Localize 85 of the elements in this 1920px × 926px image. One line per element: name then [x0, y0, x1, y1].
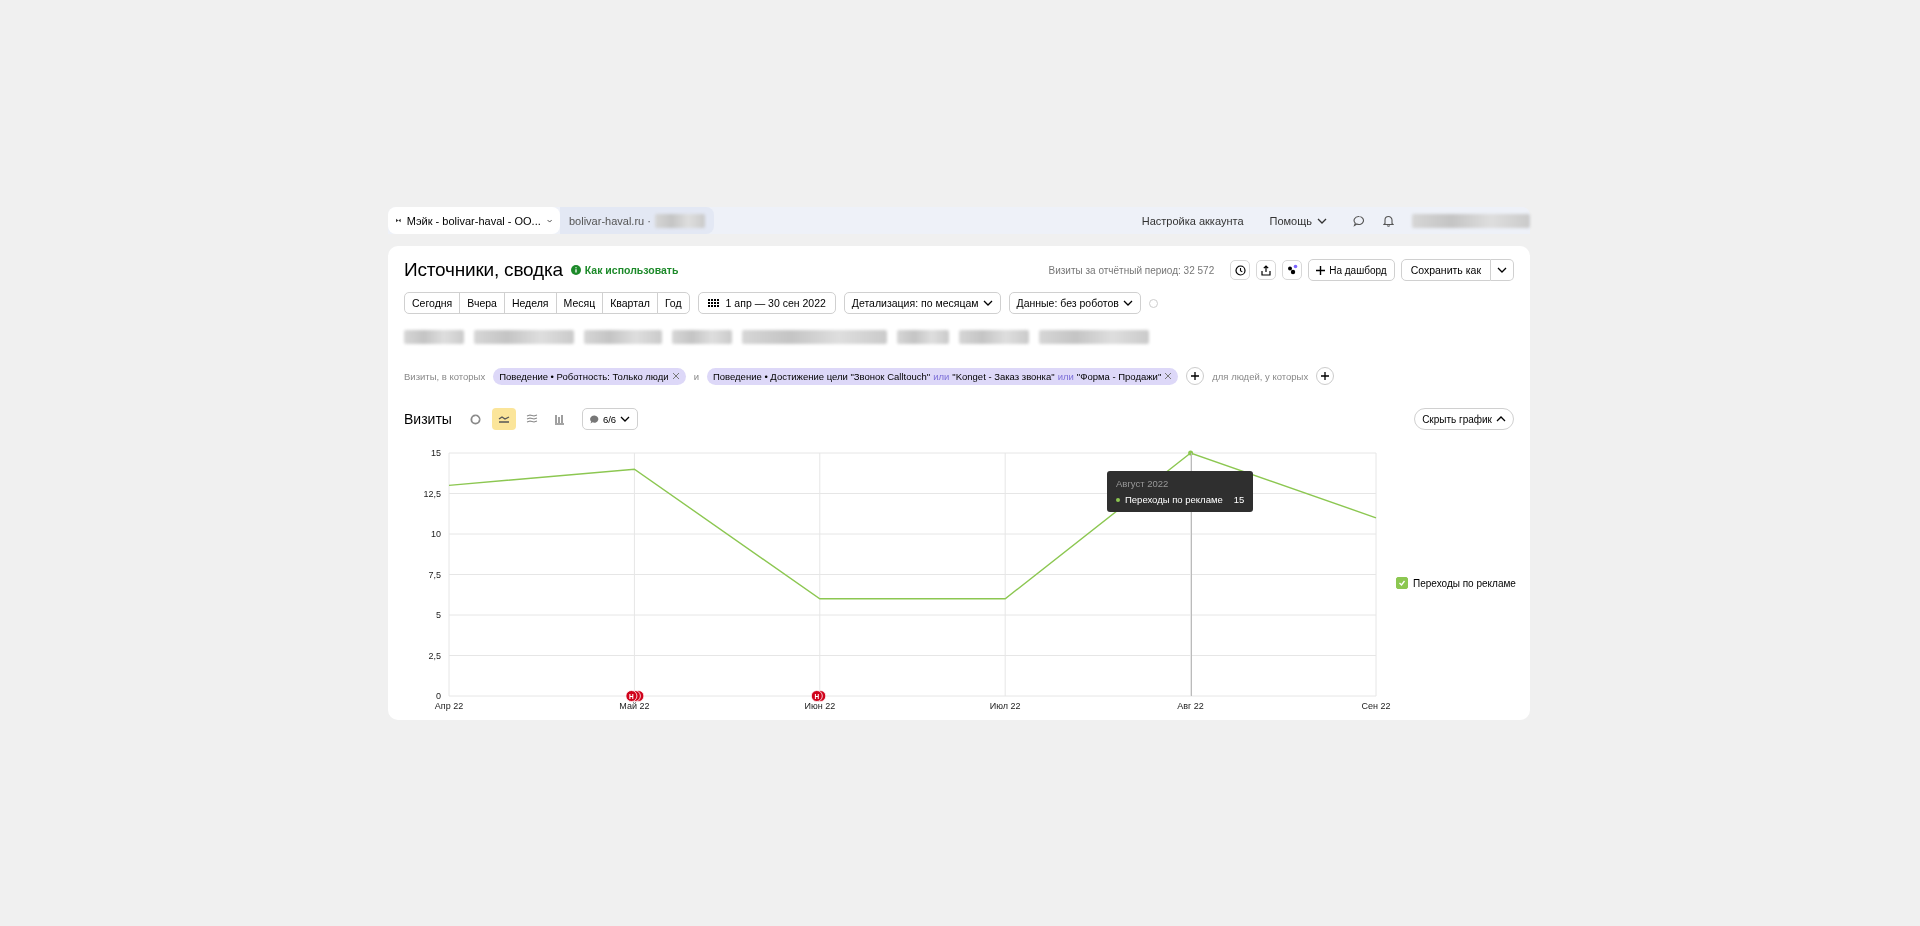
section-title: Визиты [404, 411, 452, 427]
detail-dropdown[interactable]: Детализация: по месяцам [843, 292, 1001, 314]
period-button[interactable]: Месяц [555, 292, 604, 314]
counter-name: Мэйк - bolivar-haval - ОО... [406, 214, 541, 227]
bell-icon[interactable] [1383, 214, 1394, 227]
redacted-block [897, 330, 949, 344]
chevron-icon [1122, 300, 1133, 306]
segment-joiner: и [693, 370, 699, 382]
period-button[interactable]: Квартал [602, 292, 658, 314]
line-chart-icon [497, 414, 510, 424]
how-to-use-link[interactable]: Как использовать [570, 264, 679, 276]
save-as-button[interactable]: Сохранить как [1400, 259, 1491, 281]
stacked-area-icon [525, 414, 538, 424]
plus-icon [1316, 265, 1326, 275]
date-range-button[interactable]: 1 апр — 30 сен 2022 [697, 292, 836, 314]
sparkle-icon [1286, 264, 1299, 276]
tooltip-value: 15 [1233, 494, 1245, 505]
speech-bubble-icon [589, 414, 599, 424]
tooltip-series: Переходы по рекламе [1125, 494, 1223, 505]
segment-chip[interactable]: Поведение • Роботность: Только люди [493, 367, 686, 385]
tooltip-title: Август 2022 [1116, 478, 1170, 489]
chevron-icon [546, 217, 552, 224]
y-tick-label: 12,5 [423, 488, 441, 499]
visits-total: Визиты за отчётный период: 32 572 [1048, 264, 1215, 276]
report-title: Источники, сводка [404, 259, 563, 281]
bowtie-icon [396, 217, 401, 224]
y-tick-label: 0 [436, 691, 441, 701]
chevron-icon [1497, 267, 1507, 273]
add-segment-button[interactable] [1316, 367, 1335, 385]
x-tick-label: Июл 22 [989, 701, 1021, 711]
chart-type-button[interactable] [491, 408, 516, 430]
check-icon [1398, 579, 1406, 587]
x-tick-label: Июн 22 [804, 701, 836, 711]
y-tick-label: 15 [431, 448, 441, 458]
save-options-button[interactable] [1491, 259, 1514, 281]
x-tick-label: Апр 22 [434, 701, 464, 711]
counter-tab[interactable]: Мэйк - bolivar-haval - ОО... [388, 207, 560, 234]
x-tick-label: Май 22 [619, 701, 650, 711]
period-button[interactable]: Год [656, 292, 690, 314]
plus-icon [1191, 372, 1200, 380]
segment-prefix: Визиты, в которых [404, 370, 486, 382]
info-icon [570, 265, 581, 275]
help-menu[interactable]: Помощь [1269, 214, 1327, 227]
segment-suffix: для людей, у которых [1212, 370, 1309, 382]
period-button[interactable]: Сегодня [404, 292, 461, 314]
pie-chart-icon [470, 413, 482, 425]
site-domain: bolivar-haval.ru · [569, 214, 651, 227]
chat-icon[interactable] [1353, 214, 1365, 227]
x-tick-label: Авг 22 [1177, 701, 1204, 711]
close-icon[interactable] [671, 372, 680, 380]
period-button[interactable]: Неделя [503, 292, 557, 314]
legend-label: Переходы по рекламе [1413, 577, 1516, 589]
plus-icon [1321, 372, 1330, 380]
chevron-up-icon [1496, 416, 1506, 422]
y-tick-label: 7,5 [428, 569, 441, 580]
redacted-block [672, 330, 732, 344]
chevron-icon [982, 300, 993, 306]
chevron-icon [620, 416, 631, 422]
y-tick-label: 5 [436, 610, 441, 620]
redacted-block [404, 330, 464, 344]
y-tick-label: 2,5 [428, 650, 441, 661]
account-settings-link[interactable]: Настройка аккаунта [1141, 214, 1244, 227]
history-button[interactable] [1230, 260, 1251, 280]
data-dropdown[interactable]: Данные: без роботов [1008, 292, 1141, 314]
segment-chip[interactable]: Поведение • Достижение цели "Звонок Calltouch" или "Konget - Заказ звонка" или "Форма - Продажи" [706, 367, 1179, 385]
y-tick-label: 10 [431, 529, 441, 539]
export-button[interactable] [1256, 260, 1277, 280]
notes-dropdown[interactable]: 6/6 [581, 408, 639, 430]
period-button[interactable]: Вчера [459, 292, 505, 314]
data-point [1188, 450, 1194, 456]
series-dot [1116, 497, 1120, 502]
clock-icon [1234, 264, 1246, 276]
calendar-icon [707, 299, 719, 307]
x-tick-label: Сен 22 [1361, 701, 1391, 711]
redacted-block [654, 213, 705, 228]
legend-checkbox[interactable] [1396, 577, 1408, 589]
chevron-icon [1317, 217, 1327, 224]
add-to-dashboard-button[interactable]: На дашборд [1308, 259, 1395, 281]
close-icon[interactable] [1164, 372, 1173, 380]
hide-chart-button[interactable]: Скрыть график [1414, 408, 1514, 430]
assistant-button[interactable] [1282, 260, 1303, 280]
bar-chart-icon [554, 413, 566, 425]
share-icon [1261, 264, 1272, 276]
add-segment-button[interactable] [1186, 367, 1205, 385]
redacted-block [959, 330, 1029, 344]
